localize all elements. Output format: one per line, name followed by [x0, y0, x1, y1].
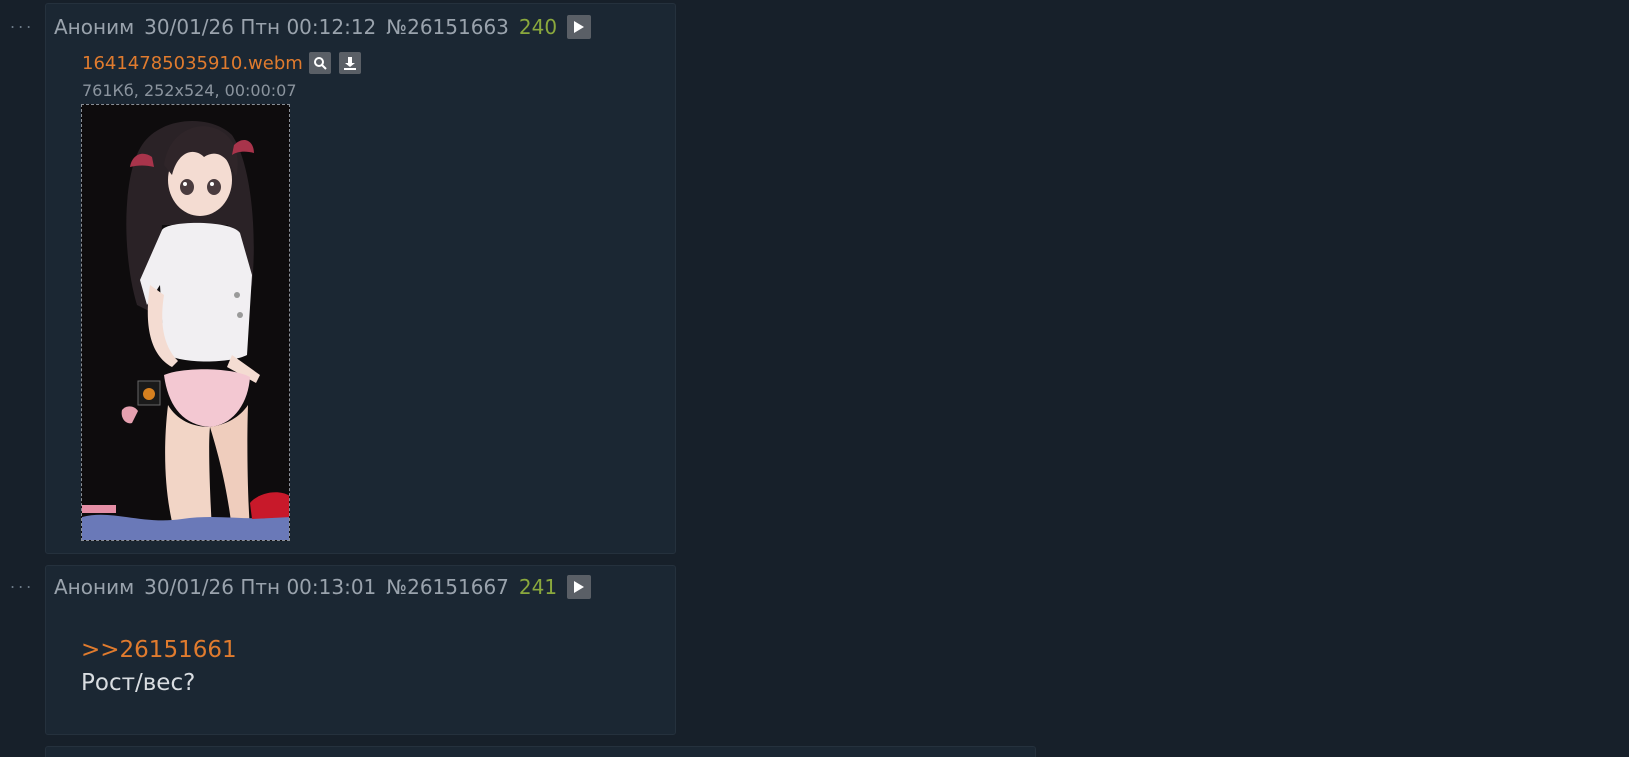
post-header: Аноним 30/01/26 Птн 00:12:12 №26151663 2… — [54, 14, 592, 40]
post-count: 241 — [518, 575, 558, 599]
post-text: Рост/вес? — [81, 670, 196, 696]
play-icon[interactable] — [567, 575, 592, 599]
post-body: >>26151661 Рост/вес? — [81, 634, 237, 700]
video-thumbnail[interactable] — [81, 104, 290, 541]
post-date: 30/01/26 Птн 00:13:01 — [144, 575, 377, 599]
post-menu-icon[interactable]: ... — [10, 15, 34, 31]
reply-link[interactable]: >>26151661 — [81, 634, 237, 666]
next-post-container — [45, 746, 1036, 757]
play-icon[interactable] — [567, 15, 592, 39]
post-count: 240 — [518, 15, 558, 39]
file-line: 16414785035910.webm — [82, 52, 369, 74]
poster-name: Аноним — [54, 575, 135, 599]
poster-name: Аноним — [54, 15, 135, 39]
file-name-link[interactable]: 16414785035910.webm — [82, 53, 303, 74]
search-icon[interactable] — [308, 52, 331, 74]
thread: ... Аноним 30/01/26 Птн 00:12:12 №261516… — [0, 0, 1629, 757]
file-meta: 761Кб, 252x524, 00:00:07 — [82, 81, 297, 100]
anime-girl-thumbnail-image — [82, 105, 289, 540]
post-number[interactable]: №26151663 — [386, 15, 509, 39]
post-container: Аноним 30/01/26 Птн 00:12:12 №26151663 2… — [45, 3, 676, 554]
post-number[interactable]: №26151667 — [386, 575, 509, 599]
post-header: Аноним 30/01/26 Птн 00:13:01 №26151667 2… — [54, 574, 592, 600]
post-menu-icon[interactable]: ... — [10, 575, 34, 591]
post-date: 30/01/26 Птн 00:12:12 — [144, 15, 377, 39]
download-icon[interactable] — [338, 52, 361, 74]
post-container: Аноним 30/01/26 Птн 00:13:01 №26151667 2… — [45, 565, 676, 735]
